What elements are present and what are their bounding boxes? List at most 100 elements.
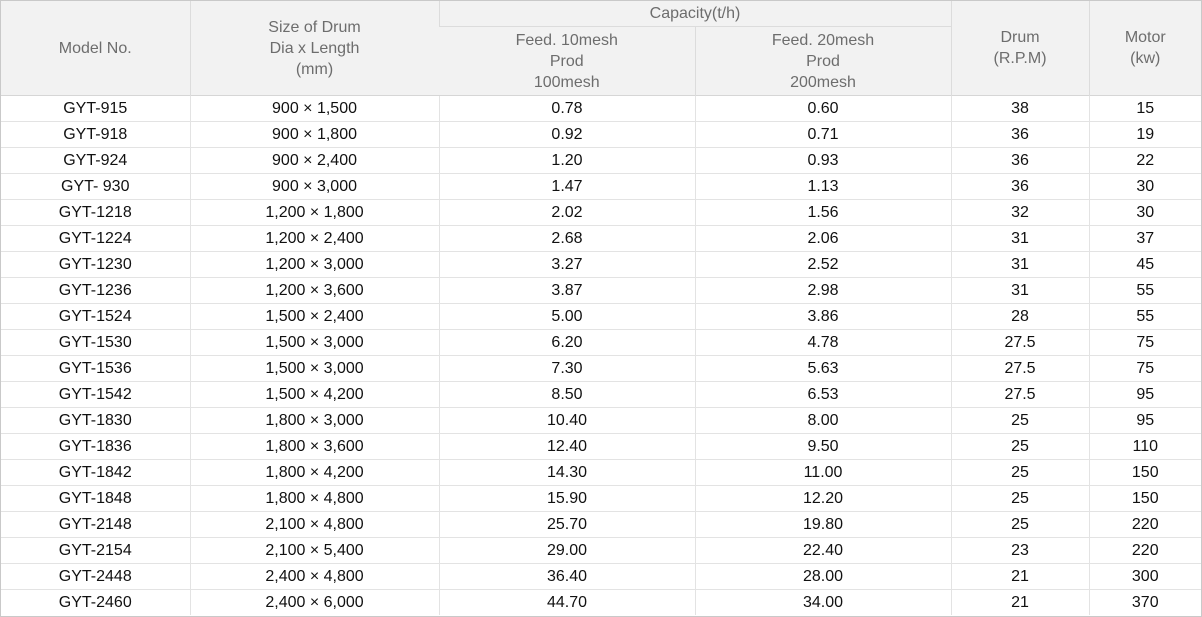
capacity-10mesh-cell: 6.20	[438, 329, 695, 356]
drum-rpm-cell: 38	[950, 95, 1090, 122]
model-cell: GYT-2448	[1, 563, 190, 590]
capacity-10mesh-cell: 7.30	[438, 355, 695, 382]
drum-rpm-cell: 25	[950, 433, 1090, 460]
table-row: GYT-915 900 × 1,500 0.78 0.60 38 15	[1, 95, 1201, 122]
motor-kw-cell: 75	[1088, 355, 1201, 382]
drum-size-cell: 1,500 × 2,400	[189, 303, 439, 330]
drum-size-cell: 1,800 × 3,000	[189, 407, 439, 434]
motor-kw-cell: 150	[1088, 485, 1201, 512]
table-row: GYT-2148 2,100 × 4,800 25.70 19.80 25 220	[1, 511, 1201, 538]
model-cell: GYT-915	[1, 95, 190, 122]
capacity-20mesh-cell: 2.52	[694, 251, 952, 278]
table-row: GYT-1836 1,800 × 3,600 12.40 9.50 25 110	[1, 433, 1201, 460]
drum-size-cell: 2,400 × 4,800	[189, 563, 439, 590]
table-row: GYT- 930 900 × 3,000 1.47 1.13 36 30	[1, 173, 1201, 200]
model-cell: GYT-1218	[1, 199, 190, 226]
motor-kw-cell: 220	[1088, 511, 1201, 538]
model-cell: GYT-2460	[1, 589, 190, 615]
drum-rpm-cell: 21	[950, 589, 1090, 615]
motor-kw-cell: 19	[1088, 121, 1201, 148]
drum-size-cell: 900 × 1,500	[189, 95, 439, 122]
motor-kw-cell: 30	[1088, 173, 1201, 200]
table-row: GYT-1218 1,200 × 1,800 2.02 1.56 32 30	[1, 199, 1201, 226]
table-row: GYT-1842 1,800 × 4,200 14.30 11.00 25 150	[1, 459, 1201, 486]
capacity-20mesh-cell: 22.40	[694, 537, 952, 564]
table-row: GYT-1236 1,200 × 3,600 3.87 2.98 31 55	[1, 277, 1201, 304]
drum-rpm-cell: 32	[950, 199, 1090, 226]
capacity-10mesh-cell: 15.90	[438, 485, 695, 512]
capacity-20mesh-cell: 5.63	[694, 355, 952, 382]
capacity-20mesh-cell: 0.60	[694, 95, 952, 122]
capacity-20mesh-cell: 34.00	[694, 589, 952, 615]
capacity-10mesh-cell: 1.47	[438, 173, 695, 200]
table-header: Model No. Size of Drum Dia x Length (mm)…	[1, 1, 1201, 96]
model-cell: GYT- 930	[1, 173, 190, 200]
table-row: GYT-1224 1,200 × 2,400 2.68 2.06 31 37	[1, 225, 1201, 252]
table-row: GYT-918 900 × 1,800 0.92 0.71 36 19	[1, 121, 1201, 148]
motor-kw-cell: 300	[1088, 563, 1201, 590]
drum-rpm-cell: 25	[950, 459, 1090, 486]
capacity-20mesh-cell: 0.93	[694, 147, 952, 174]
motor-kw-cell: 370	[1088, 589, 1201, 615]
table-row: GYT-1830 1,800 × 3,000 10.40 8.00 25 95	[1, 407, 1201, 434]
drum-rpm-cell: 23	[950, 537, 1090, 564]
capacity-10mesh-cell: 1.20	[438, 147, 695, 174]
drum-size-cell: 1,200 × 1,800	[189, 199, 439, 226]
motor-kw-cell: 55	[1088, 303, 1201, 330]
drum-rpm-cell: 27.5	[950, 329, 1090, 356]
drum-size-cell: 1,200 × 2,400	[189, 225, 439, 252]
capacity-10mesh-cell: 0.78	[438, 95, 695, 122]
drum-rpm-cell: 27.5	[950, 355, 1090, 382]
capacity-20mesh-cell: 19.80	[694, 511, 952, 538]
motor-kw-cell: 75	[1088, 329, 1201, 356]
model-cell: GYT-2148	[1, 511, 190, 538]
table-row: GYT-1536 1,500 × 3,000 7.30 5.63 27.5 75	[1, 355, 1201, 382]
drum-size-cell: 2,100 × 5,400	[189, 537, 439, 564]
drum-rpm-cell: 21	[950, 563, 1090, 590]
model-cell: GYT-1836	[1, 433, 190, 460]
capacity-10mesh-cell: 44.70	[438, 589, 695, 615]
model-cell: GYT-1524	[1, 303, 190, 330]
motor-kw-cell: 22	[1088, 147, 1201, 174]
capacity-20mesh-cell: 0.71	[694, 121, 952, 148]
motor-kw-cell: 95	[1088, 381, 1201, 408]
capacity-20mesh-cell: 9.50	[694, 433, 952, 460]
table-row: GYT-2460 2,400 × 6,000 44.70 34.00 21 370	[1, 589, 1201, 615]
header-capacity: Capacity(t/h)	[438, 1, 952, 27]
capacity-10mesh-cell: 10.40	[438, 407, 695, 434]
drum-rpm-cell: 31	[950, 225, 1090, 252]
capacity-10mesh-cell: 14.30	[438, 459, 695, 486]
drum-rpm-cell: 31	[950, 251, 1090, 278]
motor-kw-cell: 15	[1088, 95, 1201, 122]
model-cell: GYT-2154	[1, 537, 190, 564]
motor-kw-cell: 37	[1088, 225, 1201, 252]
capacity-10mesh-cell: 29.00	[438, 537, 695, 564]
capacity-20mesh-cell: 2.06	[694, 225, 952, 252]
model-cell: GYT-1236	[1, 277, 190, 304]
header-feed-20mesh: Feed. 20mesh Prod 200mesh	[694, 26, 952, 96]
header-drum-rpm: Drum (R.P.M)	[950, 1, 1090, 96]
capacity-20mesh-cell: 1.13	[694, 173, 952, 200]
capacity-10mesh-cell: 3.87	[438, 277, 695, 304]
motor-kw-cell: 55	[1088, 277, 1201, 304]
drum-rpm-cell: 36	[950, 121, 1090, 148]
drum-size-cell: 900 × 1,800	[189, 121, 439, 148]
table-body: GYT-915 900 × 1,500 0.78 0.60 38 15 GYT-918 900…	[1, 95, 1201, 615]
model-cell: GYT-1848	[1, 485, 190, 512]
spec-table-container: Model No. Size of Drum Dia x Length (mm)…	[0, 0, 1202, 617]
model-cell: GYT-924	[1, 147, 190, 174]
drum-rpm-cell: 31	[950, 277, 1090, 304]
model-cell: GYT-918	[1, 121, 190, 148]
table-row: GYT-1530 1,500 × 3,000 6.20 4.78 27.5 75	[1, 329, 1201, 356]
drum-rpm-cell: 25	[950, 511, 1090, 538]
drum-size-cell: 1,500 × 4,200	[189, 381, 439, 408]
drum-size-cell: 1,500 × 3,000	[189, 355, 439, 382]
drum-size-cell: 1,200 × 3,000	[189, 251, 439, 278]
drum-rpm-cell: 27.5	[950, 381, 1090, 408]
drum-size-cell: 2,100 × 4,800	[189, 511, 439, 538]
motor-kw-cell: 110	[1088, 433, 1201, 460]
capacity-20mesh-cell: 6.53	[694, 381, 952, 408]
motor-kw-cell: 95	[1088, 407, 1201, 434]
drum-rpm-cell: 28	[950, 303, 1090, 330]
specification-table: Model No. Size of Drum Dia x Length (mm)…	[1, 1, 1201, 615]
